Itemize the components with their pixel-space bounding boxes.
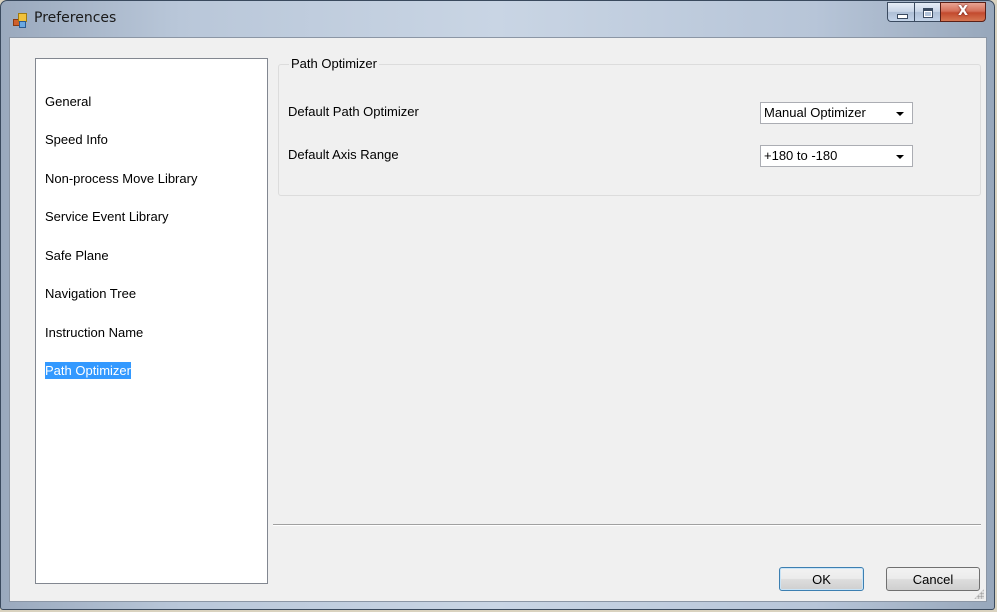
category-item-safe-plane[interactable]: Safe Plane: [45, 247, 109, 264]
category-item-non-process-move-library[interactable]: Non-process Move Library: [45, 170, 197, 187]
close-button[interactable]: X: [940, 2, 986, 22]
window-title: Preferences: [34, 10, 117, 26]
path-optimizer-group: Path Optimizer: [278, 56, 981, 196]
maximize-icon: [923, 8, 933, 18]
category-list[interactable]: General Speed Info Non-process Move Libr…: [35, 58, 268, 584]
button-separator: [273, 524, 981, 526]
close-icon: X: [957, 4, 969, 19]
group-title: Path Optimizer: [289, 56, 379, 71]
minimize-icon: [897, 14, 908, 19]
default-axis-range-value: +180 to -180: [764, 148, 838, 163]
default-path-optimizer-select[interactable]: Manual Optimizer: [760, 102, 913, 124]
dialog-client-area: General Speed Info Non-process Move Libr…: [9, 37, 987, 602]
default-path-optimizer-label: Default Path Optimizer: [288, 104, 419, 119]
caption-buttons: X: [887, 2, 986, 22]
chevron-down-icon: [896, 155, 904, 159]
title-bar[interactable]: Preferences X: [1, 1, 994, 37]
category-item-instruction-name[interactable]: Instruction Name: [45, 324, 143, 341]
category-item-service-event-library[interactable]: Service Event Library: [45, 208, 169, 225]
category-item-general[interactable]: General: [45, 93, 91, 110]
minimize-button[interactable]: [887, 2, 914, 22]
preferences-window: Preferences X General Speed Info Non-pro…: [0, 0, 995, 610]
category-item-path-optimizer[interactable]: Path Optimizer: [45, 362, 131, 379]
default-path-optimizer-value: Manual Optimizer: [764, 105, 866, 120]
default-axis-range-label: Default Axis Range: [288, 147, 399, 162]
chevron-down-icon: [896, 112, 904, 116]
default-axis-range-select[interactable]: +180 to -180: [760, 145, 913, 167]
category-item-navigation-tree[interactable]: Navigation Tree: [45, 285, 136, 302]
cancel-button[interactable]: Cancel: [886, 567, 980, 591]
app-icon: [13, 13, 27, 28]
ok-button[interactable]: OK: [779, 567, 864, 591]
maximize-button[interactable]: [914, 2, 940, 22]
category-item-speed-info[interactable]: Speed Info: [45, 131, 108, 148]
